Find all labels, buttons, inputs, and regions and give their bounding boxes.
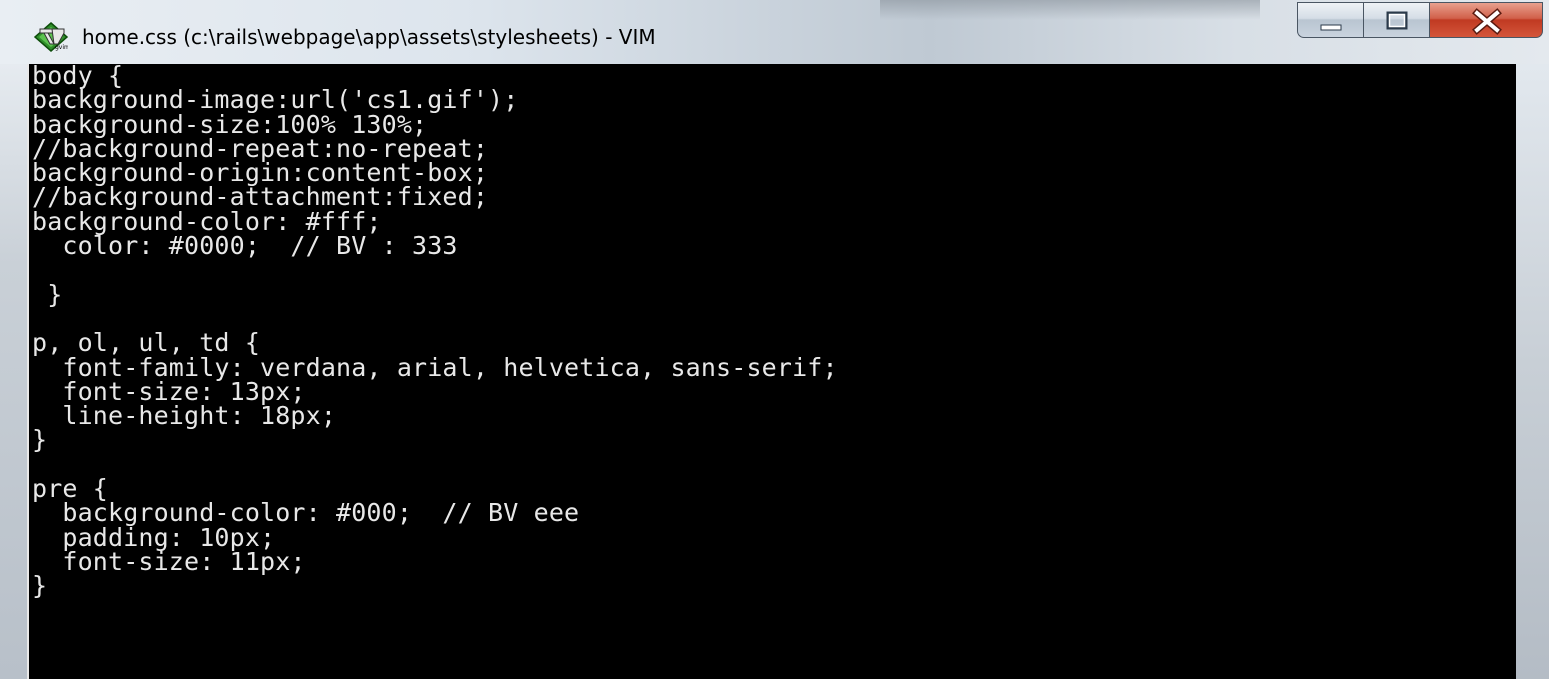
maximize-icon (1386, 11, 1408, 30)
buffer-line[interactable]: line-height: 18px; (32, 403, 838, 428)
buffer-line[interactable]: } (32, 573, 838, 598)
buffer-line[interactable] (32, 258, 838, 282)
buffer-line[interactable] (32, 453, 838, 477)
buffer-line[interactable]: } (32, 282, 838, 307)
minimize-button[interactable] (1297, 2, 1363, 38)
buffer-line[interactable]: font-size: 11px; (32, 549, 838, 574)
title-bar-shade (880, 0, 1260, 20)
svg-text:gvim: gvim (55, 44, 68, 51)
buffer-line[interactable]: } (32, 427, 838, 452)
window-controls (1297, 2, 1543, 42)
maximize-button[interactable] (1363, 2, 1429, 38)
vim-icon[interactable]: gvim (33, 22, 70, 52)
window-title: home.css (c:\rails\webpage\app\assets\st… (82, 25, 656, 49)
title-bar[interactable]: gvim home.css (c:\rails\webpage\app\asse… (0, 0, 1549, 64)
editor-buffer[interactable]: body {background-image:url('cs1.gif'); ba… (27, 64, 1516, 679)
buffer-line[interactable]: color: #0000; // BV : 333 (32, 233, 838, 258)
buffer-lines: body {background-image:url('cs1.gif'); ba… (32, 64, 838, 599)
window-frame-right (1516, 64, 1549, 679)
close-icon (1472, 8, 1502, 35)
window-frame-left (0, 64, 27, 679)
vim-window: gvim home.css (c:\rails\webpage\app\asse… (0, 0, 1549, 679)
close-button[interactable] (1429, 2, 1543, 38)
minimize-icon (1320, 24, 1342, 31)
